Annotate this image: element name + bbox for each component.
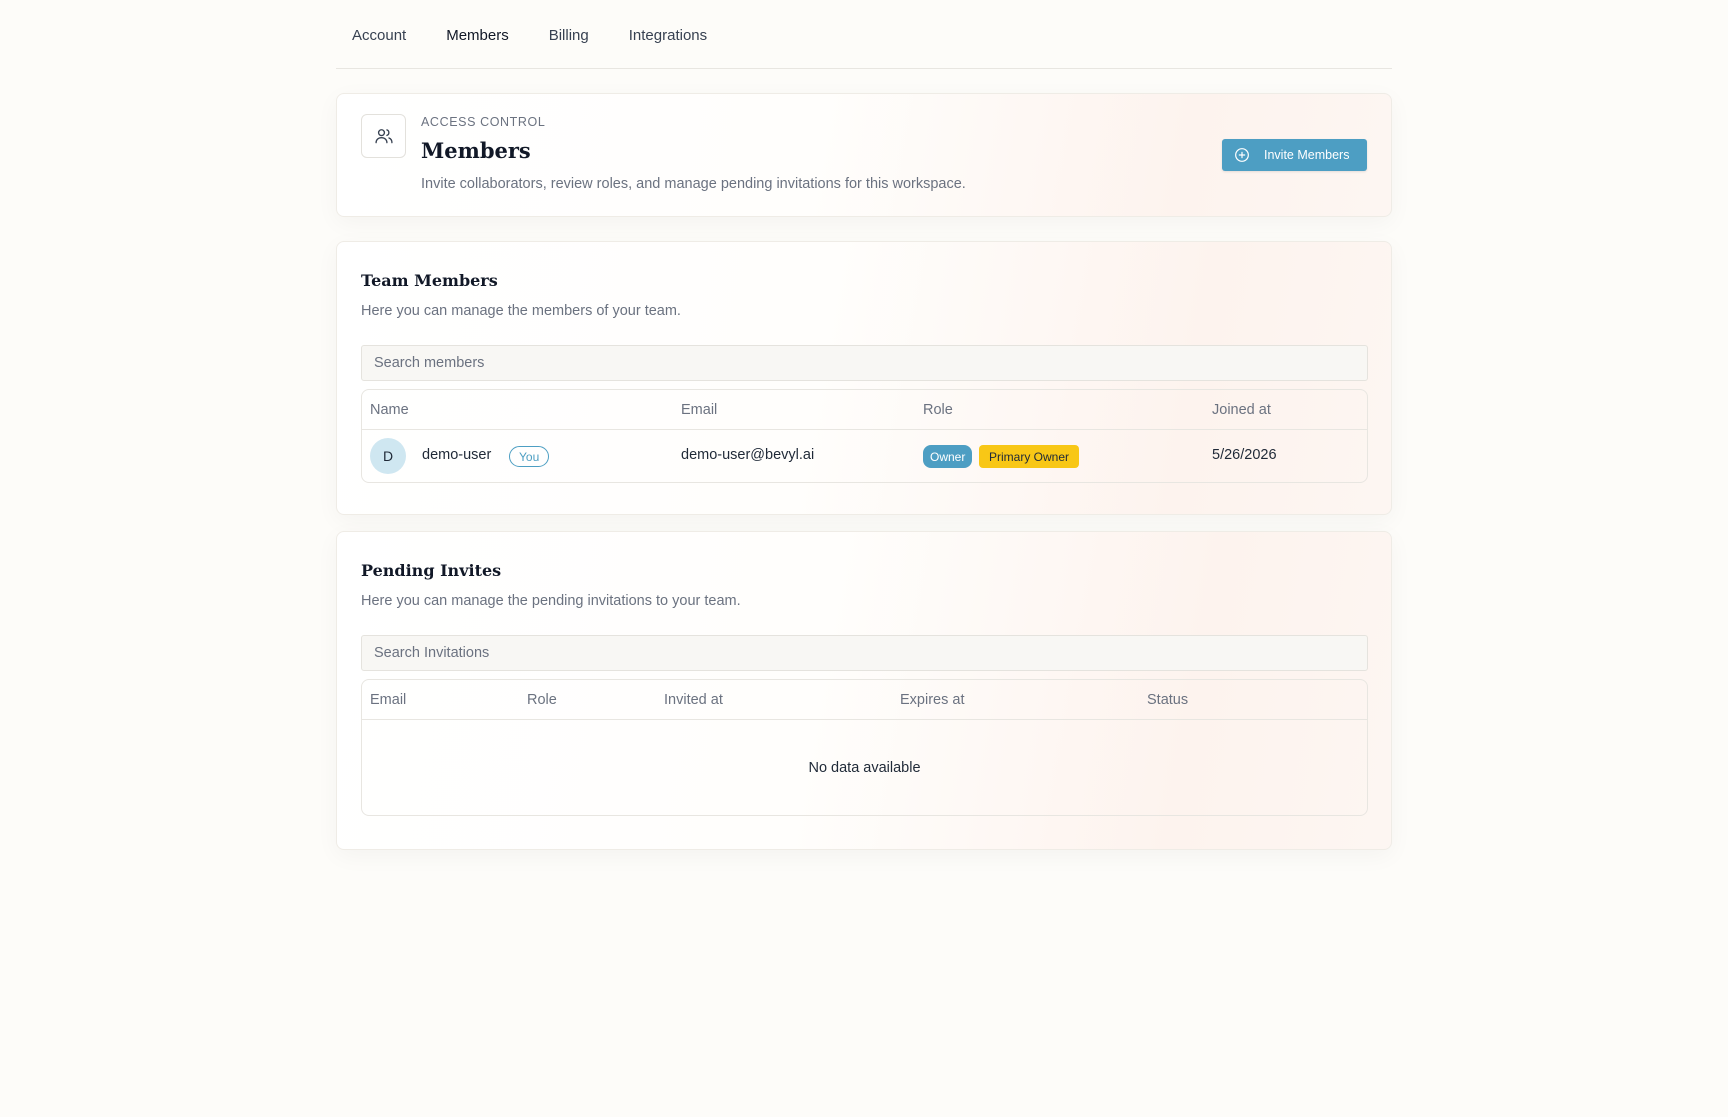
users-icon xyxy=(361,114,406,158)
search-members-input[interactable] xyxy=(361,345,1368,381)
invite-members-label: Invite Members xyxy=(1264,148,1350,162)
role-badge-owner: Owner xyxy=(923,445,973,468)
page-eyebrow: ACCESS CONTROL xyxy=(421,115,546,129)
plus-circle-icon xyxy=(1235,148,1249,162)
member-email: demo-user@bevyl.ai xyxy=(681,447,815,463)
tab-integrations[interactable]: Integrations xyxy=(629,25,707,44)
role-badge-primary-owner: Primary Owner xyxy=(979,445,1080,468)
members-header-card: ACCESS CONTROL Members Invite collaborat… xyxy=(336,93,1392,217)
column-name[interactable]: Name xyxy=(370,402,409,418)
member-joined-at: 5/26/2026 xyxy=(1212,447,1277,463)
page-title: Members xyxy=(421,138,531,163)
page-description: Invite collaborators, review roles, and … xyxy=(421,176,966,192)
tab-account[interactable]: Account xyxy=(352,25,406,44)
team-members-card: Team Members Here you can manage the mem… xyxy=(336,241,1392,515)
members-table-header: Name Email Role Joined at xyxy=(362,390,1367,430)
pending-invites-description: Here you can manage the pending invitati… xyxy=(361,593,741,609)
column-expires-at[interactable]: Expires at xyxy=(900,692,964,708)
column-email[interactable]: Email xyxy=(681,402,717,418)
column-role[interactable]: Role xyxy=(923,402,953,418)
search-invitations-input[interactable] xyxy=(361,635,1368,671)
team-members-description: Here you can manage the members of your … xyxy=(361,303,681,319)
column-joined-at[interactable]: Joined at xyxy=(1212,402,1271,418)
tab-billing[interactable]: Billing xyxy=(549,25,589,44)
pending-invites-card: Pending Invites Here you can manage the … xyxy=(336,531,1392,850)
empty-state: No data available xyxy=(808,759,921,776)
you-badge: You xyxy=(509,446,550,467)
column-email[interactable]: Email xyxy=(370,692,406,708)
invitations-table-header: Email Role Invited at Expires at Status xyxy=(362,680,1367,720)
column-status[interactable]: Status xyxy=(1147,692,1188,708)
pending-invites-title: Pending Invites xyxy=(361,561,502,580)
member-name: demo-user xyxy=(422,447,492,463)
invitations-table: Email Role Invited at Expires at Status … xyxy=(361,679,1368,816)
avatar: D xyxy=(370,438,406,474)
tab-members[interactable]: Members xyxy=(446,25,509,44)
column-invited-at[interactable]: Invited at xyxy=(664,692,723,708)
invite-members-button[interactable]: Invite Members xyxy=(1222,139,1367,171)
column-role[interactable]: Role xyxy=(527,692,557,708)
members-table: Name Email Role Joined at D demo-user Yo… xyxy=(361,389,1368,483)
members-settings-page: Account Members Billing Integrations ACC… xyxy=(336,0,1392,850)
settings-tabs: Account Members Billing Integrations xyxy=(336,0,1392,69)
table-row[interactable]: D demo-user You demo-user@bevyl.ai Owner… xyxy=(362,430,1367,482)
team-members-title: Team Members xyxy=(361,271,498,290)
